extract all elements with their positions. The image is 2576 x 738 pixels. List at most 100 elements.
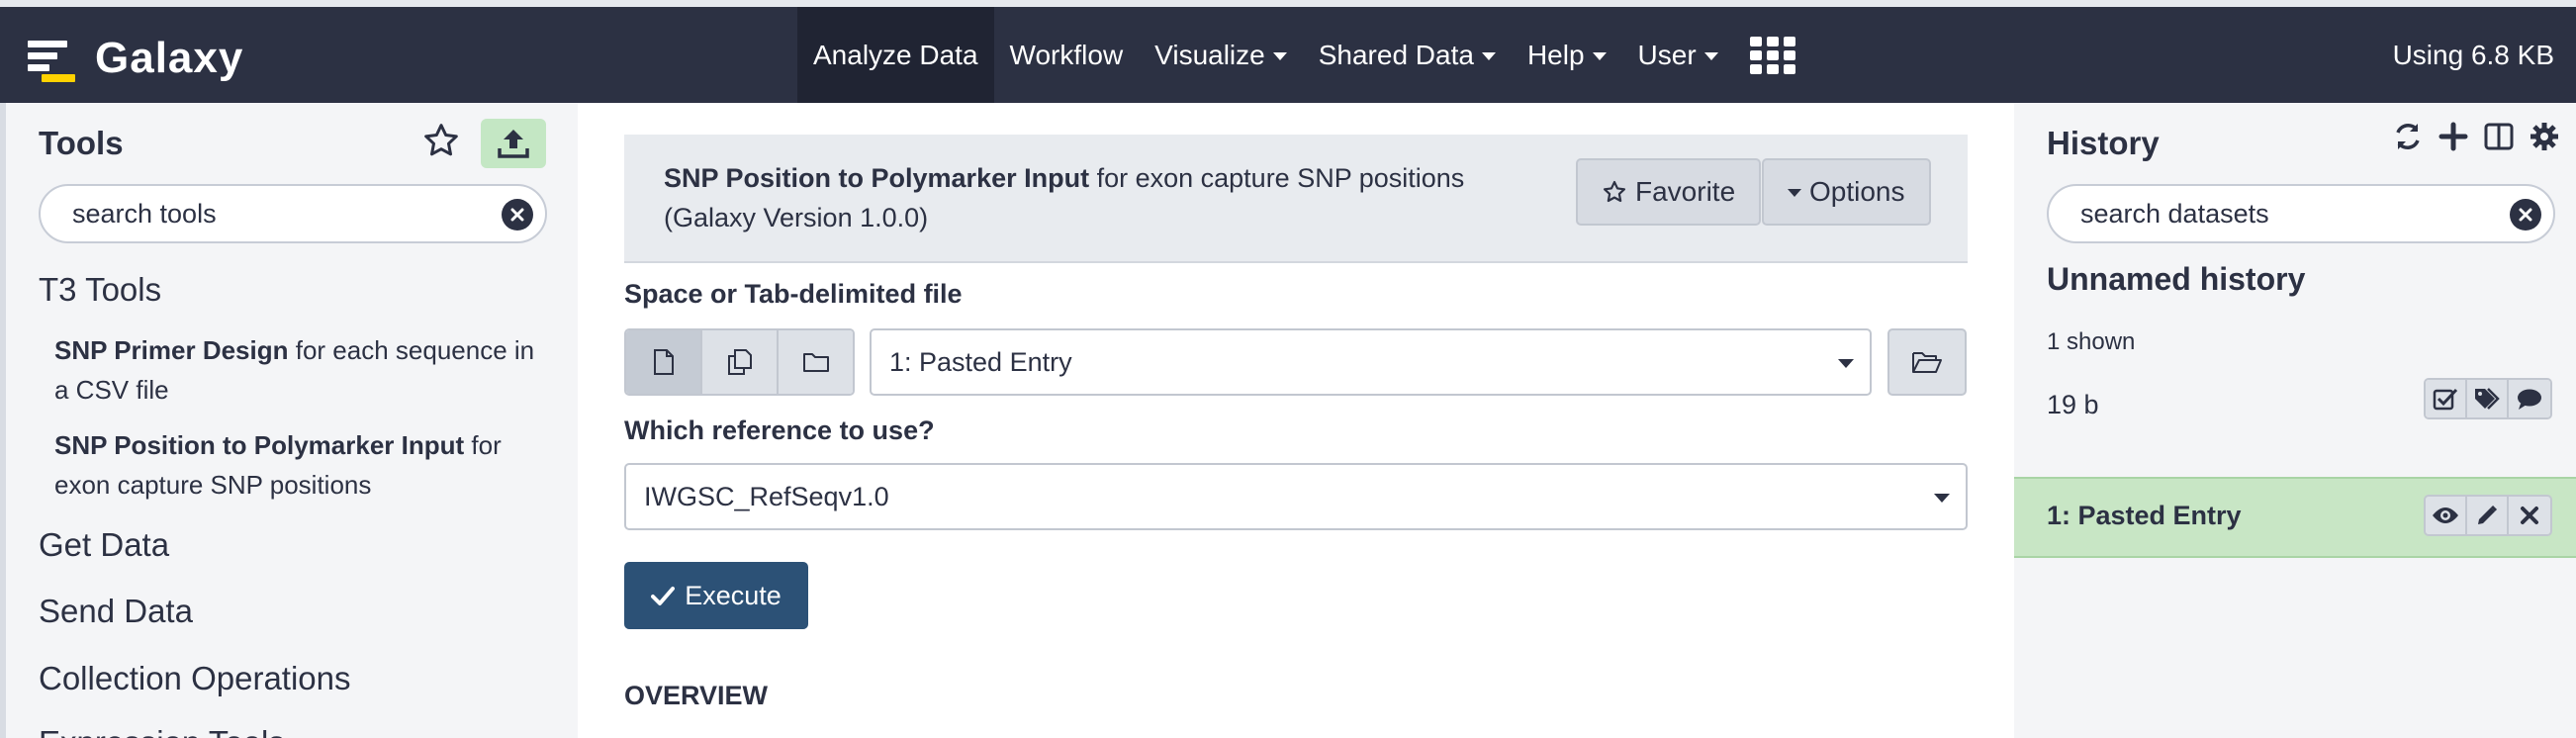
caret-down-icon	[1592, 51, 1607, 60]
quota-meter[interactable]: Using 6.8 KB	[2393, 7, 2554, 103]
edit-dataset-button[interactable]	[2467, 497, 2509, 534]
favorite-button[interactable]: Favorite	[1576, 158, 1762, 226]
tool-section-get-data[interactable]: Get Data	[39, 526, 169, 564]
history-size: 19 b	[2047, 390, 2099, 419]
tags-button[interactable]	[2467, 380, 2509, 417]
check-square-icon	[2433, 388, 2458, 411]
dropdown-arrow-icon	[1934, 494, 1950, 503]
tags-icon	[2475, 388, 2500, 410]
tool-section-send-data[interactable]: Send Data	[39, 593, 193, 630]
multiple-datasets-button[interactable]	[702, 330, 779, 394]
caret-down-icon	[1272, 51, 1287, 60]
gear-icon[interactable]	[2529, 121, 2560, 152]
tool-title: SNP Position to Polymarker Input	[664, 163, 1090, 193]
options-label: Options	[1809, 176, 1905, 207]
tool-search-placeholder: search tools	[72, 198, 217, 229]
input-dataset-select[interactable]: 1: Pasted Entry	[870, 328, 1872, 396]
tool-panel: Tools search tools T3 Tools SNP Primer D…	[0, 103, 578, 738]
nav-visualize[interactable]: Visualize	[1139, 7, 1303, 103]
star-icon[interactable]	[421, 121, 461, 160]
input-type-toggle	[624, 328, 855, 396]
reference-value: IWGSC_RefSeqv1.0	[644, 481, 889, 511]
close-icon	[2521, 507, 2538, 524]
tool-link-snp-position-polymarker[interactable]: SNP Position to Polymarker Input for exo…	[54, 425, 549, 505]
caret-down-icon	[1703, 51, 1718, 60]
history-panel: History search datasets Unnamed history …	[2014, 103, 2576, 738]
nav-apps[interactable]	[1734, 7, 1811, 103]
caret-down-icon	[1788, 189, 1801, 197]
folder-icon	[802, 353, 829, 372]
file-icon	[653, 349, 674, 375]
execute-button[interactable]: Execute	[624, 562, 808, 629]
dataset-item[interactable]: 1: Pasted Entry	[2014, 477, 2576, 558]
tools-title: Tools	[39, 125, 124, 161]
reference-label: Which reference to use?	[624, 415, 935, 445]
nav-workflow[interactable]: Workflow	[994, 7, 1140, 103]
main-nav: Analyze Data Workflow Visualize Shared D…	[797, 7, 1811, 103]
execute-label: Execute	[685, 580, 782, 610]
tool-header-text: SNP Position to Polymarker Input for exo…	[664, 158, 1495, 237]
history-shown-count[interactable]: 1 shown	[2047, 328, 2135, 356]
tool-section-t3-tools[interactable]: T3 Tools	[39, 271, 161, 309]
dataset-search-placeholder: search datasets	[2080, 198, 2269, 229]
nav-label: Workflow	[1009, 39, 1124, 70]
delete-dataset-button[interactable]	[2509, 497, 2550, 534]
plus-icon[interactable]	[2438, 121, 2469, 152]
annotation-button[interactable]	[2509, 380, 2550, 417]
history-name[interactable]: Unnamed history	[2047, 261, 2305, 298]
brand-link[interactable]: Galaxy	[28, 21, 243, 96]
nav-label: Shared Data	[1318, 39, 1474, 70]
star-outline-icon	[1603, 180, 1626, 203]
comment-icon	[2518, 389, 2541, 410]
input-file-label: Space or Tab-delimited file	[624, 279, 963, 309]
dataset-title[interactable]: 1: Pasted Entry	[2047, 501, 2242, 531]
nav-label: Analyze Data	[813, 39, 978, 70]
nav-analyze-data[interactable]: Analyze Data	[797, 7, 994, 103]
single-dataset-button[interactable]	[626, 330, 702, 394]
tool-section-collection-operations[interactable]: Collection Operations	[39, 660, 351, 697]
tool-section-expression-tools[interactable]: Expression Tools	[39, 724, 285, 738]
history-title: History	[2047, 125, 2160, 161]
masthead: Galaxy Analyze Data Workflow Visualize S…	[0, 0, 2576, 103]
view-dataset-button[interactable]	[2426, 497, 2467, 534]
nav-shared-data[interactable]: Shared Data	[1303, 7, 1512, 103]
check-icon	[651, 587, 676, 605]
columns-icon[interactable]	[2483, 121, 2515, 152]
galaxy-logo-icon	[28, 35, 75, 82]
dataset-search-input[interactable]: search datasets	[2047, 184, 2555, 243]
dropdown-arrow-icon	[1838, 359, 1854, 368]
tool-version: (Galaxy Version 1.0.0)	[664, 203, 929, 232]
select-items-button[interactable]	[2426, 380, 2467, 417]
caret-down-icon	[1481, 51, 1496, 60]
eye-icon	[2433, 507, 2458, 523]
favorite-label: Favorite	[1635, 176, 1736, 207]
overview-heading: OVERVIEW	[624, 681, 769, 710]
center-panel: SNP Position to Polymarker Input for exo…	[578, 103, 2014, 738]
tool-name: SNP Primer Design	[54, 335, 289, 365]
files-icon	[727, 349, 752, 375]
dataset-collection-button[interactable]	[779, 330, 853, 394]
clear-search-icon[interactable]	[502, 199, 533, 231]
tool-subtitle: for exon capture SNP positions	[1089, 163, 1465, 193]
upload-icon	[498, 130, 529, 158]
history-actions	[2424, 378, 2552, 419]
dataset-actions	[2424, 495, 2552, 536]
nav-user[interactable]: User	[1622, 7, 1734, 103]
browse-datasets-button[interactable]	[1887, 328, 1967, 396]
input-dataset-value: 1: Pasted Entry	[889, 346, 1072, 377]
tool-search-input[interactable]: search tools	[39, 184, 547, 243]
nav-label: Help	[1526, 39, 1585, 70]
tool-link-snp-primer-design[interactable]: SNP Primer Design for each sequence in a…	[54, 330, 549, 410]
nav-label: User	[1637, 39, 1697, 70]
refresh-icon[interactable]	[2392, 121, 2424, 152]
options-button[interactable]: Options	[1762, 158, 1931, 226]
upload-button[interactable]	[481, 119, 546, 168]
nav-label: Visualize	[1154, 39, 1265, 70]
clear-search-icon[interactable]	[2510, 199, 2541, 231]
pencil-icon	[2478, 505, 2498, 524]
nav-help[interactable]: Help	[1512, 7, 1622, 103]
brand-title: Galaxy	[95, 34, 244, 82]
history-options	[2392, 121, 2560, 152]
grid-icon	[1749, 36, 1795, 74]
reference-select[interactable]: IWGSC_RefSeqv1.0	[624, 463, 1968, 530]
